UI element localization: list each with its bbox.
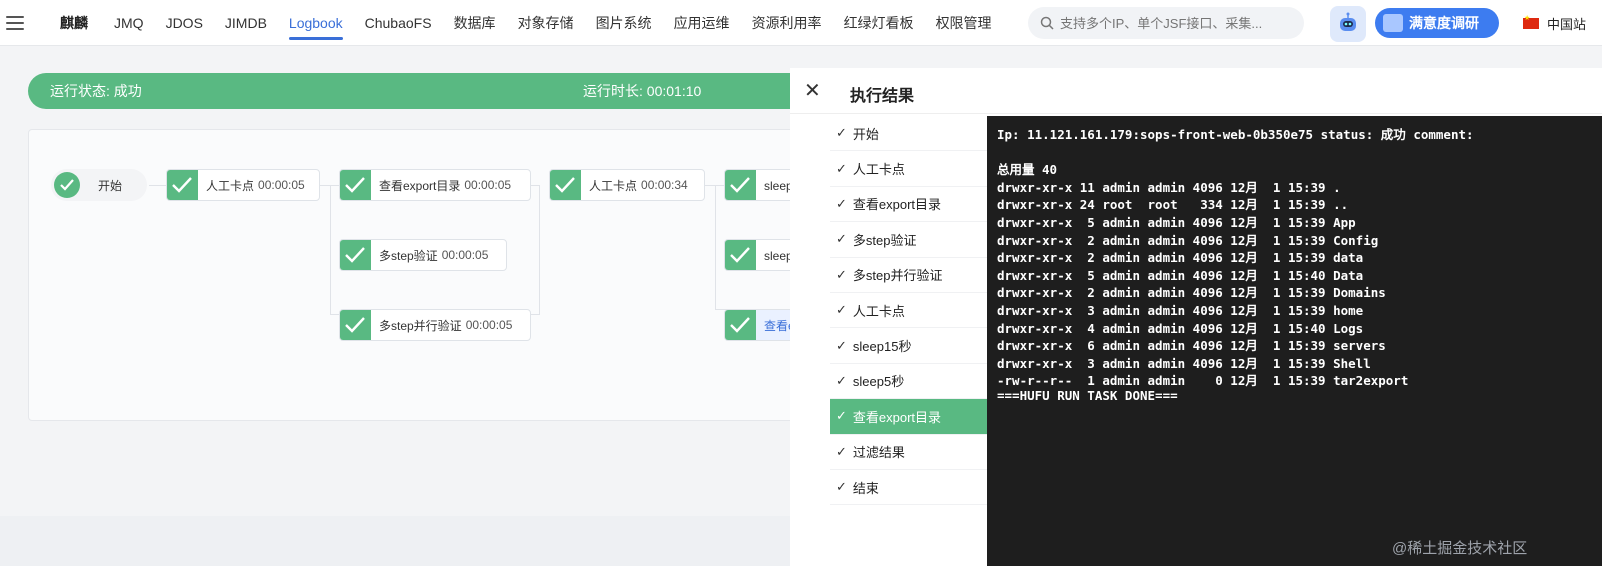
site-switcher[interactable]: 中国站 [1523,14,1586,33]
flow-node-start[interactable]: 开始 [51,169,147,201]
check-icon: ✓ [836,443,847,459]
nav-item-traffic-light-board[interactable]: 红绿灯看板 [844,0,914,46]
flow-node-view-export[interactable]: 查看export目录 00:00:05 [339,169,531,201]
check-icon: ✓ [836,337,847,353]
step-item-multi-step-parallel[interactable]: ✓ 多step并行验证 [830,258,987,293]
step-list: ✓ 开始 ✓ 人工卡点 ✓ 查看export目录 ✓ 多step验证 ✓ 多step并行验… [830,116,987,566]
step-item-filter-result[interactable]: ✓ 过滤结果 [830,435,987,470]
nav-item-logbook[interactable]: Logbook [288,0,343,46]
run-status-bar: 运行状态: 成功 运行时长: 00:01:10 [28,73,848,109]
check-icon [340,310,371,340]
step-item-sleep15[interactable]: ✓ sleep15秒 [830,328,987,364]
terminal-line: 总用量 40 [997,162,1058,178]
step-item-end[interactable]: ✓ 结束 [830,470,987,506]
china-flag-icon [1523,14,1539,29]
flow-canvas: 开始 人工卡点 00:00:05 查看export目录 00:00:05 人工卡… [28,129,848,421]
survey-label: 满意度调研 [1409,15,1479,31]
terminal-line: drwxr-xr-x 3 admin admin 4096 12月 1 15:3… [997,302,1364,318]
terminal-output[interactable]: Ip: 11.121.161.179:sops-front-web-0b350e… [987,116,1602,566]
brand-logo[interactable]: 麒麟 [60,13,88,33]
flow-node-manual-checkpoint[interactable]: 人工卡点 00:00:05 [166,169,320,201]
result-panel: ✕ 执行结果 ✓ 开始 ✓ 人工卡点 ✓ 查看export目录 ✓ 多step验证 ✓ 多… [790,68,1602,566]
terminal-line: drwxr-xr-x 4 admin admin 4096 12月 1 15:4… [997,320,1364,336]
check-icon: ✓ [836,302,847,318]
check-icon [54,172,80,198]
nav-item-chubaofs[interactable]: ChubaoFS [365,0,432,46]
terminal-line: drwxr-xr-x 3 admin admin 4096 12月 1 15:3… [997,355,1371,371]
menu-icon[interactable] [6,15,24,30]
flow-node-multi-step-parallel[interactable]: 多step并行验证 00:00:05 [339,309,531,341]
check-icon: ✓ [836,195,847,211]
check-icon [340,170,371,200]
terminal-line: drwxr-xr-x 5 admin admin 4096 12月 1 15:4… [997,267,1364,283]
robot-assistant-icon[interactable] [1330,6,1366,42]
panel-title: 执行结果 [850,88,915,105]
step-item-manual-checkpoint-2[interactable]: ✓ 人工卡点 [830,293,987,329]
nav-item-image-system[interactable]: 图片系统 [596,0,652,46]
close-icon[interactable]: ✕ [804,81,821,101]
check-icon [725,170,756,200]
check-icon: ✓ [836,266,847,282]
nav-item-jdos[interactable]: JDOS [166,0,203,46]
step-item-manual-checkpoint[interactable]: ✓ 人工卡点 [830,151,987,187]
main-nav: JMQ JDOS JIMDB Logbook ChubaoFS 数据库 对象存储… [114,0,1014,46]
check-icon: ✓ [836,125,847,141]
terminal-line: drwxr-xr-x 6 admin admin 4096 12月 1 15:3… [997,338,1386,354]
flow-node-multi-step[interactable]: 多step验证 00:00:05 [339,239,507,271]
panel-header: ✕ 执行结果 [790,68,1602,114]
nav-item-resource-usage[interactable]: 资源利用率 [752,0,822,46]
check-icon: ✓ [836,372,847,388]
nav-item-jimdb[interactable]: JIMDB [225,0,267,46]
site-label: 中国站 [1547,17,1587,32]
terminal-line: drwxr-xr-x 2 admin admin 4096 12月 1 15:3… [997,285,1386,301]
run-status-text: 运行状态: 成功 [50,83,142,99]
check-icon: ✓ [836,408,847,424]
nav-item-jmq[interactable]: JMQ [114,0,144,46]
step-item-start[interactable]: ✓ 开始 [830,116,987,152]
nav-item-permission[interactable]: 权限管理 [936,0,992,46]
check-icon [725,240,756,270]
check-icon: ✓ [836,231,847,247]
terminal-line: Ip: 11.121.161.179:sops-front-web-0b350e… [997,127,1474,142]
check-icon [340,240,371,270]
nav-item-object-storage[interactable]: 对象存储 [518,0,574,46]
survey-button[interactable]: 满意度调研 [1375,8,1499,38]
watermark: @稀土掘金技术社区 [1392,540,1528,557]
search-input[interactable] [1060,15,1300,31]
flow-connector [149,185,167,186]
nav-item-app-ops[interactable]: 应用运维 [674,0,730,46]
terminal-line: drwxr-xr-x 5 admin admin 4096 12月 1 15:3… [997,214,1356,230]
global-search[interactable] [1028,7,1304,39]
terminal-line: -rw-r--r-- 1 admin admin 0 12月 1 15:39 t… [997,373,1409,389]
terminal-line: drwxr-xr-x 2 admin admin 4096 12月 1 15:3… [997,232,1379,248]
check-icon [167,170,198,200]
flow-node-manual-checkpoint-2[interactable]: 人工卡点 00:00:34 [549,169,705,201]
step-item-view-export[interactable]: ✓ 查看export目录 [830,187,987,223]
check-icon: ✓ [836,160,847,176]
step-item-view-export-2[interactable]: ✓ 查看export目录 [830,399,987,435]
terminal-line: ===HUFU RUN TASK DONE=== [997,387,1178,403]
check-icon [725,310,756,340]
check-icon [550,170,581,200]
terminal-line: drwxr-xr-x 11 admin admin 4096 12月 1 15:… [997,179,1341,195]
nav-item-database[interactable]: 数据库 [454,0,496,46]
run-duration-text: 运行时长: 00:01:10 [583,83,702,99]
terminal-line: drwxr-xr-x 24 root root 334 12月 1 15:39 … [997,197,1349,213]
survey-icon [1383,14,1403,32]
check-icon: ✓ [836,479,847,495]
top-nav-bar: 麒麟 JMQ JDOS JIMDB Logbook ChubaoFS 数据库 对… [0,0,1602,46]
terminal-line: drwxr-xr-x 2 admin admin 4096 12月 1 15:3… [997,250,1364,266]
search-icon [1040,16,1054,30]
step-item-multi-step[interactable]: ✓ 多step验证 [830,222,987,258]
step-item-sleep5[interactable]: ✓ sleep5秒 [830,364,987,400]
